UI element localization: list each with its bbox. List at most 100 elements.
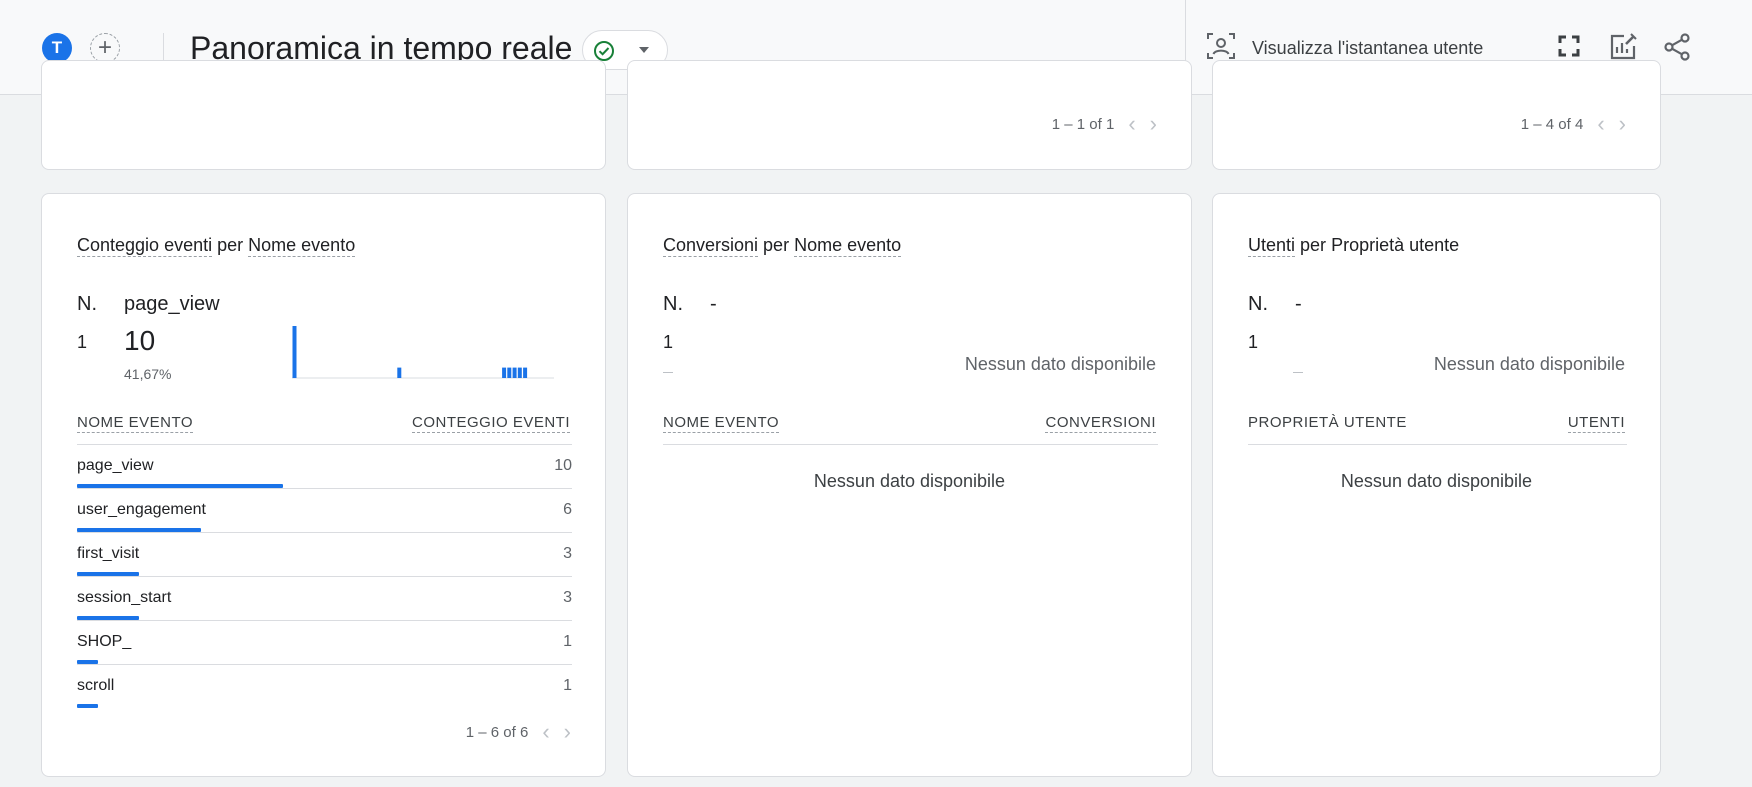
table-row[interactable]: first_visit 3 [77, 533, 572, 577]
event-name: first_visit [77, 545, 140, 562]
event-name: page_view [77, 457, 154, 474]
share-bar [77, 528, 201, 532]
dimension-selector[interactable]: Nome evento [794, 235, 902, 257]
pagination: 1 – 4 of 4 ‹ › [1521, 113, 1626, 135]
pager-text: 1 – 6 of 6 [465, 723, 529, 741]
top-card-1 [41, 60, 606, 170]
event-name: scroll [77, 677, 115, 694]
minute-bar[interactable] [507, 367, 512, 378]
minute-bar[interactable] [523, 367, 528, 378]
chevron-right-icon[interactable]: › [1150, 113, 1157, 135]
share-bar [77, 616, 139, 620]
minute-bar[interactable] [397, 367, 402, 378]
top-rank: 1 [1248, 332, 1259, 352]
users-by-property-card: Utenti per Proprietà utente N. - 1 Nessun… [1212, 193, 1661, 777]
event-count: 10 [554, 457, 572, 474]
card-title: Utenti per Proprietà utente [1248, 235, 1459, 257]
chevron-right-icon[interactable]: › [564, 721, 571, 743]
no-data-message: Nessun dato disponibile [964, 354, 1156, 374]
rank-header: N. [77, 293, 97, 315]
pager-text: 1 – 1 of 1 [1051, 115, 1115, 133]
table-row[interactable]: session_start 3 [77, 577, 572, 621]
top-value: 10 [124, 325, 156, 356]
event-count: 1 [563, 677, 572, 694]
top-rank: 1 [663, 332, 674, 352]
event-count: 6 [563, 501, 572, 518]
minute-bar[interactable] [512, 367, 517, 378]
top-item-label: N. - [1248, 293, 1302, 316]
per-minute-bar-chart [292, 326, 554, 379]
column-header-name[interactable]: PROPRIETÀ UTENTE [1248, 414, 1407, 431]
event-name: session_start [77, 589, 172, 606]
no-data-message: Nessun dato disponibile [1433, 354, 1625, 374]
pager-text: 1 – 4 of 4 [1520, 115, 1584, 133]
title-connector: per [758, 235, 795, 255]
share-bar [77, 572, 139, 576]
card-title: Conversioni per Nome evento [663, 235, 902, 257]
table-no-data-message: Nessun dato disponibile [1340, 471, 1533, 491]
placeholder-dash [663, 372, 673, 373]
table-header-rule [663, 444, 1158, 445]
top-item-label: N. page_view [77, 293, 220, 316]
table-row[interactable]: SHOP_ 1 [77, 621, 572, 665]
minute-bar[interactable] [517, 367, 522, 378]
minute-bar[interactable] [502, 367, 507, 378]
metric-selector[interactable]: Conteggio eventi [77, 235, 213, 257]
metric-selector[interactable]: Utenti [1248, 235, 1296, 257]
conversions-card: Conversioni per Nome evento N. - 1 Nessun… [627, 193, 1192, 777]
table-row[interactable]: page_view 10 [77, 445, 572, 489]
table-header-rule [1248, 444, 1627, 445]
add-comparison-button[interactable]: + [90, 33, 120, 63]
column-header-name[interactable]: NOME EVENTO [77, 414, 194, 433]
fullscreen-icon[interactable] [1555, 32, 1583, 60]
rank-header: N. [663, 293, 683, 315]
top-rank: 1 [77, 332, 88, 352]
event-name: user_engagement [77, 501, 206, 518]
column-header-value[interactable]: CONTEGGIO EVENTI [411, 414, 570, 433]
event-count: 3 [563, 589, 572, 606]
top-percentage: 41,67% [124, 366, 172, 382]
minute-bar[interactable] [292, 326, 297, 378]
dimension-selector[interactable]: Nome evento [248, 235, 356, 257]
share-bar [77, 704, 98, 708]
user-snapshot-icon[interactable] [1205, 30, 1237, 62]
event-count-card: Conteggio eventi per Nome evento N. page_… [41, 193, 606, 777]
user-snapshot-button[interactable]: Visualizza l'istantanea utente [1252, 38, 1483, 59]
top-card-2: 1 – 1 of 1 ‹ › [627, 60, 1192, 170]
chevron-left-icon[interactable]: ‹ [1128, 113, 1135, 135]
top-item-name: page_view [124, 293, 220, 315]
share-bar [77, 660, 98, 664]
share-bar [77, 484, 283, 488]
top-card-3: 1 – 4 of 4 ‹ › [1212, 60, 1661, 170]
pagination: 1 – 6 of 6 ‹ › [466, 721, 571, 743]
rank-header: N. [1248, 293, 1268, 315]
column-header-value[interactable]: UTENTI [1567, 414, 1625, 433]
event-count: 3 [563, 545, 572, 562]
chevron-left-icon[interactable]: ‹ [542, 721, 549, 743]
top-item-name: - [1295, 293, 1302, 315]
event-name: SHOP_ [77, 633, 132, 650]
title-connector: per [1295, 235, 1332, 255]
share-icon[interactable] [1662, 32, 1692, 62]
top-item-label: N. - [663, 293, 717, 316]
comparison-avatar-t[interactable]: T [42, 33, 72, 63]
chevron-right-icon[interactable]: › [1619, 113, 1626, 135]
placeholder-dash [1293, 372, 1303, 373]
dimension-selector[interactable]: Proprietà utente [1331, 235, 1459, 255]
column-header-name[interactable]: NOME EVENTO [663, 414, 780, 433]
event-count: 1 [563, 633, 572, 650]
chevron-down-icon [639, 47, 649, 53]
title-connector: per [212, 235, 249, 255]
metric-selector[interactable]: Conversioni [663, 235, 759, 257]
header-divider [163, 33, 164, 63]
check-circle-icon [594, 41, 614, 61]
top-item-name: - [710, 293, 717, 315]
column-header-value[interactable]: CONVERSIONI [1045, 414, 1156, 433]
table-no-data-message: Nessun dato disponibile [813, 471, 1006, 491]
table-row[interactable]: scroll 1 [77, 665, 572, 709]
customize-report-icon[interactable] [1608, 32, 1638, 62]
chevron-left-icon[interactable]: ‹ [1597, 113, 1604, 135]
card-title: Conteggio eventi per Nome evento [77, 235, 356, 257]
pagination: 1 – 1 of 1 ‹ › [1052, 113, 1157, 135]
table-row[interactable]: user_engagement 6 [77, 489, 572, 533]
